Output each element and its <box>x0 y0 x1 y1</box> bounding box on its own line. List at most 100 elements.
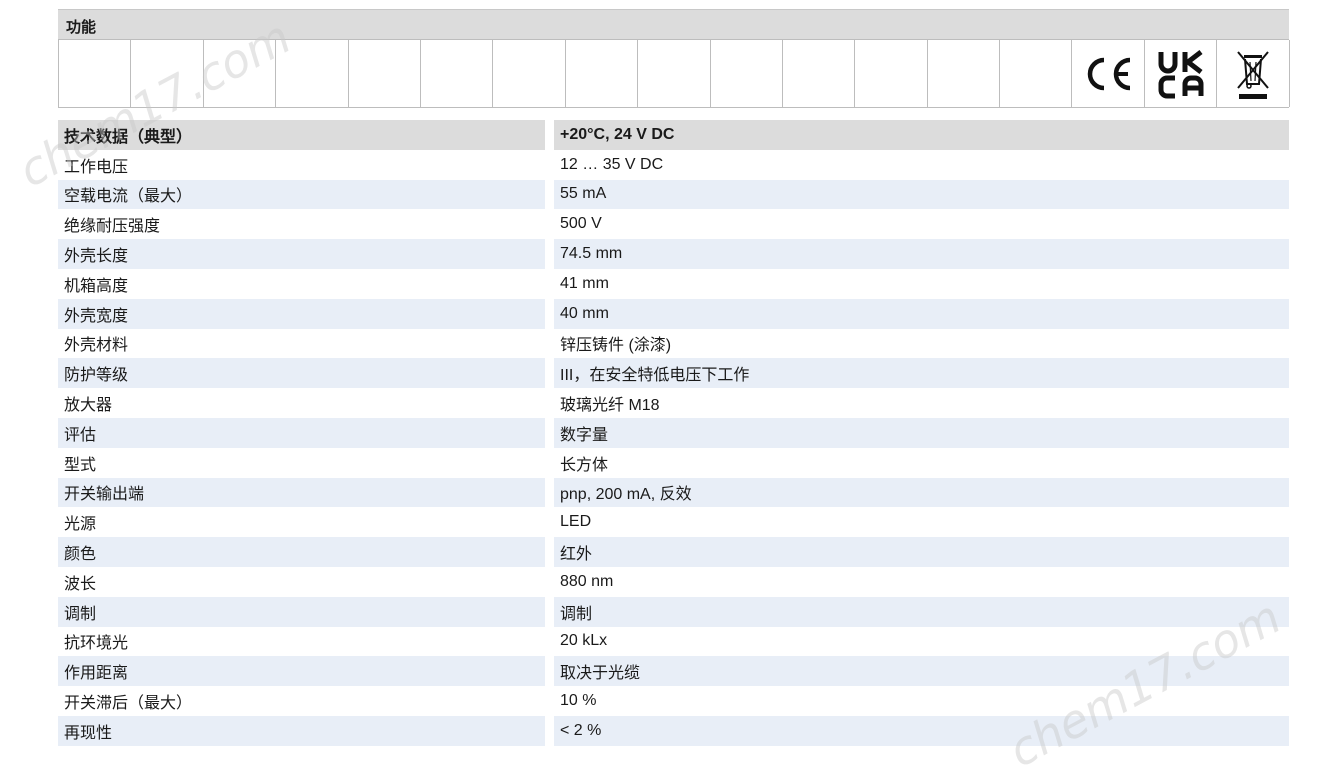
spec-value: 调制 <box>560 605 593 623</box>
spec-value-cell: 40 mm <box>554 298 1289 329</box>
function-cell <box>711 40 783 107</box>
functions-grid <box>58 39 1290 108</box>
spec-value: 880 nm <box>560 572 614 590</box>
table-row: 空载电流（最大） 55 mA <box>58 179 1289 210</box>
spec-label: 机箱高度 <box>64 275 129 295</box>
function-cell <box>1000 40 1073 107</box>
spec-value-cell: pnp, 200 mA, 反效 <box>554 477 1289 508</box>
spec-label: 颜色 <box>58 537 545 567</box>
functions-title: 功能 <box>66 18 97 36</box>
spec-value-cell: 880 nm <box>554 567 1289 597</box>
spec-label: 外壳宽度 <box>58 298 545 329</box>
spec-label: 调制 <box>58 596 545 627</box>
table-row: 抗环境光 20 kLx <box>58 627 1289 657</box>
table-row: 工作电压 12 … 35 V DC <box>58 150 1289 180</box>
spec-value-cell: 玻璃光纤 M18 <box>554 388 1289 418</box>
spec-value: 长方体 <box>560 456 609 474</box>
function-cell <box>204 40 277 107</box>
spec-value-cell: 取决于光缆 <box>554 656 1289 687</box>
spec-value: 数字量 <box>560 426 609 444</box>
ce-mark-icon <box>1072 40 1145 107</box>
spec-label: 开关滞后（最大） <box>64 693 193 713</box>
spec-value-cell: 20 kLx <box>554 627 1289 657</box>
spec-label: 外壳长度 <box>58 239 545 269</box>
spec-value-cell: < 2 % <box>554 715 1289 746</box>
spec-value: pnp, 200 mA, 反效 <box>560 486 692 504</box>
table-row: 放大器 玻璃光纤 M18 <box>58 388 1289 418</box>
spec-value-cell: 55 mA <box>554 179 1289 210</box>
table-row: 绝缘耐压强度 500 V <box>58 209 1289 239</box>
spec-value: 40 mm <box>560 304 609 322</box>
table-row: 外壳宽度 40 mm <box>58 298 1289 329</box>
spec-value: < 2 % <box>560 721 602 739</box>
table-row: 防护等级 III，在安全特低电压下工作 <box>58 358 1289 389</box>
function-cell <box>493 40 566 107</box>
spec-label: 评估 <box>58 417 545 448</box>
spec-value: 74.5 mm <box>560 245 623 263</box>
function-cell <box>928 40 1001 107</box>
table-row: 作用距离 取决于光缆 <box>58 656 1289 687</box>
table-row: 外壳长度 74.5 mm <box>58 239 1289 269</box>
table-row: 再现性 < 2 % <box>58 715 1289 746</box>
spec-value: 12 … 35 V DC <box>560 155 664 173</box>
spec-label: 防护等级 <box>58 358 545 389</box>
function-cell <box>421 40 494 107</box>
spec-value-cell: +20°C, 24 V DC <box>554 120 1289 150</box>
spec-value-cell: 调制 <box>554 596 1289 627</box>
table-row: 波长 880 nm <box>58 567 1289 597</box>
table-header-row: 技术数据（典型） +20°C, 24 V DC <box>58 120 1289 150</box>
table-row: 光源 LED <box>58 507 1289 537</box>
table-row: 机箱高度 41 mm <box>58 269 1289 299</box>
spec-value-cell: 锌压铸件 (涂漆) <box>554 329 1289 359</box>
function-cell <box>131 40 204 107</box>
spec-value-cell: 数字量 <box>554 417 1289 448</box>
spec-value: 取决于光缆 <box>560 665 641 683</box>
function-cell <box>566 40 639 107</box>
function-cell <box>349 40 421 107</box>
table-row: 开关滞后（最大） 10 % <box>58 686 1289 716</box>
spec-value: 20 kLx <box>560 632 608 650</box>
spec-value-cell: 长方体 <box>554 448 1289 478</box>
table-row: 开关输出端 pnp, 200 mA, 反效 <box>58 477 1289 508</box>
function-cell <box>783 40 856 107</box>
function-cell <box>855 40 928 107</box>
spec-label: 再现性 <box>58 715 545 746</box>
spec-label: 外壳材料 <box>64 335 129 355</box>
spec-value-cell: 500 V <box>554 209 1289 239</box>
spec-label: 抗环境光 <box>64 633 129 653</box>
spec-value-cell: 41 mm <box>554 269 1289 299</box>
table-row: 型式 长方体 <box>58 448 1289 478</box>
spec-label: 绝缘耐压强度 <box>64 216 161 236</box>
spec-value: 锌压铸件 (涂漆) <box>560 337 672 355</box>
spec-value: 41 mm <box>560 274 609 292</box>
functions-header: 功能 <box>58 9 1289 39</box>
spec-value-cell: 10 % <box>554 686 1289 716</box>
spec-label: 空载电流（最大） <box>58 179 545 210</box>
spec-label: 波长 <box>64 573 97 593</box>
spec-value-cell: 74.5 mm <box>554 239 1289 269</box>
spec-label: 开关输出端 <box>58 477 545 508</box>
spec-value-cell: 红外 <box>554 537 1289 567</box>
spec-value: LED <box>560 513 592 531</box>
technical-data-table: 技术数据（典型） +20°C, 24 V DC 工作电压 12 … 35 V DC 空载… <box>58 120 1289 746</box>
function-cell <box>59 40 132 107</box>
ukca-mark-icon <box>1145 40 1218 107</box>
spec-value: 红外 <box>560 546 593 564</box>
spec-value: 55 mA <box>560 185 607 203</box>
spec-value-cell: LED <box>554 507 1289 537</box>
spec-value: 玻璃光纤 M18 <box>560 397 660 415</box>
spec-value: 500 V <box>560 215 602 233</box>
spec-label: 放大器 <box>64 395 113 415</box>
spec-value: +20°C, 24 V DC <box>560 125 675 143</box>
spec-value: 10 % <box>560 692 597 710</box>
spec-label: 型式 <box>64 454 97 474</box>
function-cell <box>276 40 349 107</box>
spec-value: III，在安全特低电压下工作 <box>560 367 750 385</box>
spec-label: 光源 <box>64 514 97 534</box>
spec-value-cell: III，在安全特低电压下工作 <box>554 358 1289 389</box>
function-cell <box>638 40 711 107</box>
spec-label: 作用距离 <box>58 656 545 687</box>
table-row: 评估 数字量 <box>58 417 1289 448</box>
spec-label: 技术数据（典型） <box>58 120 545 150</box>
weee-crossed-bin-icon <box>1217 40 1290 107</box>
